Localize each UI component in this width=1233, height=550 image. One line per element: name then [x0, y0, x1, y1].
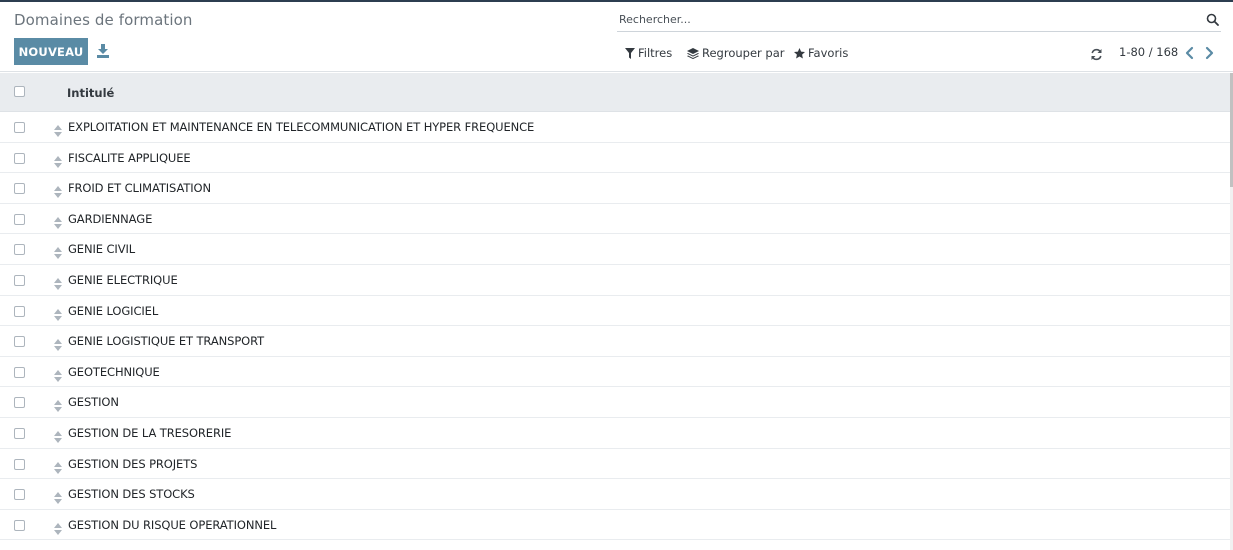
- drag-handle-icon[interactable]: [54, 244, 62, 260]
- row-checkbox[interactable]: [14, 305, 25, 317]
- favorites-label: Favoris: [808, 46, 849, 60]
- drag-handle-icon[interactable]: [54, 397, 62, 413]
- row-label: GENIE ELECTRIQUE: [68, 272, 178, 287]
- drag-handle-icon[interactable]: [54, 459, 62, 474]
- row-label: FROID ET CLIMATISATION: [68, 181, 212, 196]
- drag-handle-icon[interactable]: [54, 428, 62, 443]
- drag-handle-icon[interactable]: [54, 153, 62, 168]
- page-title: Domaines de formation: [14, 11, 193, 29]
- search-bar: [617, 6, 1221, 32]
- row-checkbox[interactable]: [14, 427, 25, 439]
- table-row[interactable]: GENIE CIVIL: [0, 234, 1230, 265]
- row-label: GENIE LOGICIEL: [68, 303, 159, 318]
- refresh-icon[interactable]: [1090, 46, 1103, 61]
- new-button[interactable]: NOUVEAU: [14, 38, 88, 65]
- table-row[interactable]: GARDIENNAGE: [0, 203, 1230, 235]
- list-header: Intitulé: [0, 73, 1230, 112]
- search-icon[interactable]: [1206, 11, 1219, 26]
- table-row[interactable]: GENIE ELECTRIQUE: [0, 264, 1230, 296]
- row-checkbox[interactable]: [14, 274, 25, 286]
- row-label: GESTION: [68, 395, 119, 410]
- group-by-button[interactable]: Regrouper par: [687, 44, 784, 62]
- list-view: Intitulé EXPLOITATION ET MAINTENANCE EN …: [0, 73, 1230, 550]
- layers-icon: [687, 47, 699, 59]
- filters-label: Filtres: [638, 46, 673, 60]
- control-panel: Domaines de formation NOUVEAU Filtres Re…: [0, 2, 1233, 72]
- table-row[interactable]: GESTION DU RISQUE OPERATIONNEL: [0, 509, 1230, 541]
- list-body: EXPLOITATION ET MAINTENANCE EN TELECOMMU…: [0, 112, 1230, 550]
- row-label: GARDIENNAGE: [68, 211, 153, 226]
- pager-previous-icon[interactable]: [1184, 45, 1196, 60]
- search-input[interactable]: [619, 8, 1189, 30]
- drag-handle-icon[interactable]: [54, 520, 62, 535]
- drag-handle-icon[interactable]: [54, 214, 62, 229]
- drag-handle-icon[interactable]: [54, 183, 62, 199]
- row-checkbox[interactable]: [14, 122, 25, 133]
- row-label: GESTION DES PROJETS: [68, 456, 198, 471]
- column-header-intitule[interactable]: Intitulé: [67, 86, 114, 100]
- star-icon: [794, 47, 805, 58]
- row-checkbox[interactable]: [14, 152, 25, 164]
- row-label: GESTION DE LA TRESORERIE: [68, 425, 232, 440]
- pager-next-icon[interactable]: [1203, 45, 1215, 60]
- table-row[interactable]: GENIE LOGISTIQUE ET TRANSPORT: [0, 326, 1230, 357]
- row-label: GENIE LOGISTIQUE ET TRANSPORT: [68, 334, 265, 349]
- drag-handle-icon[interactable]: [54, 122, 62, 137]
- filter-icon: [625, 47, 635, 59]
- row-checkbox[interactable]: [14, 366, 25, 378]
- table-row[interactable]: GESTION DES STOCKS: [0, 479, 1230, 510]
- drag-handle-icon[interactable]: [54, 306, 62, 321]
- row-checkbox[interactable]: [14, 183, 25, 195]
- row-checkbox[interactable]: [14, 213, 25, 225]
- row-checkbox[interactable]: [14, 489, 25, 501]
- table-row[interactable]: FISCALITE APPLIQUEE: [0, 142, 1230, 174]
- row-label: GESTION DU RISQUE OPERATIONNEL: [68, 517, 277, 532]
- row-label: FISCALITE APPLIQUEE: [68, 150, 191, 165]
- table-row[interactable]: GENIE LOGICIEL: [0, 295, 1230, 327]
- table-row[interactable]: GESTION DE LA TRESORERIE: [0, 417, 1230, 449]
- select-all-checkbox[interactable]: [14, 86, 25, 97]
- drag-handle-icon[interactable]: [54, 336, 62, 352]
- table-row[interactable]: GESTION DES PROJETS: [0, 448, 1230, 480]
- filters-button[interactable]: Filtres: [625, 44, 672, 62]
- table-row[interactable]: [0, 540, 1230, 550]
- row-label: GESTION DES STOCKS: [68, 487, 195, 502]
- row-label: GEOTECHNIQUE: [68, 364, 160, 379]
- pager-value[interactable]: 1-80 / 168: [1119, 45, 1178, 59]
- group-by-label: Regrouper par: [702, 46, 785, 60]
- table-row[interactable]: FROID ET CLIMATISATION: [0, 173, 1230, 204]
- row-label: GENIE CIVIL: [68, 242, 136, 257]
- drag-handle-icon[interactable]: [54, 489, 62, 505]
- table-row[interactable]: GESTION: [0, 387, 1230, 418]
- drag-handle-icon[interactable]: [54, 275, 62, 290]
- favorites-button[interactable]: Favoris: [794, 44, 848, 62]
- row-label: EXPLOITATION ET MAINTENANCE EN TELECOMMU…: [68, 120, 535, 134]
- row-checkbox[interactable]: [14, 244, 25, 256]
- row-checkbox[interactable]: [14, 519, 25, 531]
- table-row[interactable]: EXPLOITATION ET MAINTENANCE EN TELECOMMU…: [0, 112, 1230, 143]
- table-row[interactable]: GEOTECHNIQUE: [0, 356, 1230, 388]
- row-checkbox[interactable]: [14, 458, 25, 470]
- download-icon[interactable]: [96, 43, 110, 59]
- drag-handle-icon[interactable]: [54, 367, 62, 382]
- row-checkbox[interactable]: [14, 336, 25, 348]
- row-checkbox[interactable]: [14, 397, 25, 409]
